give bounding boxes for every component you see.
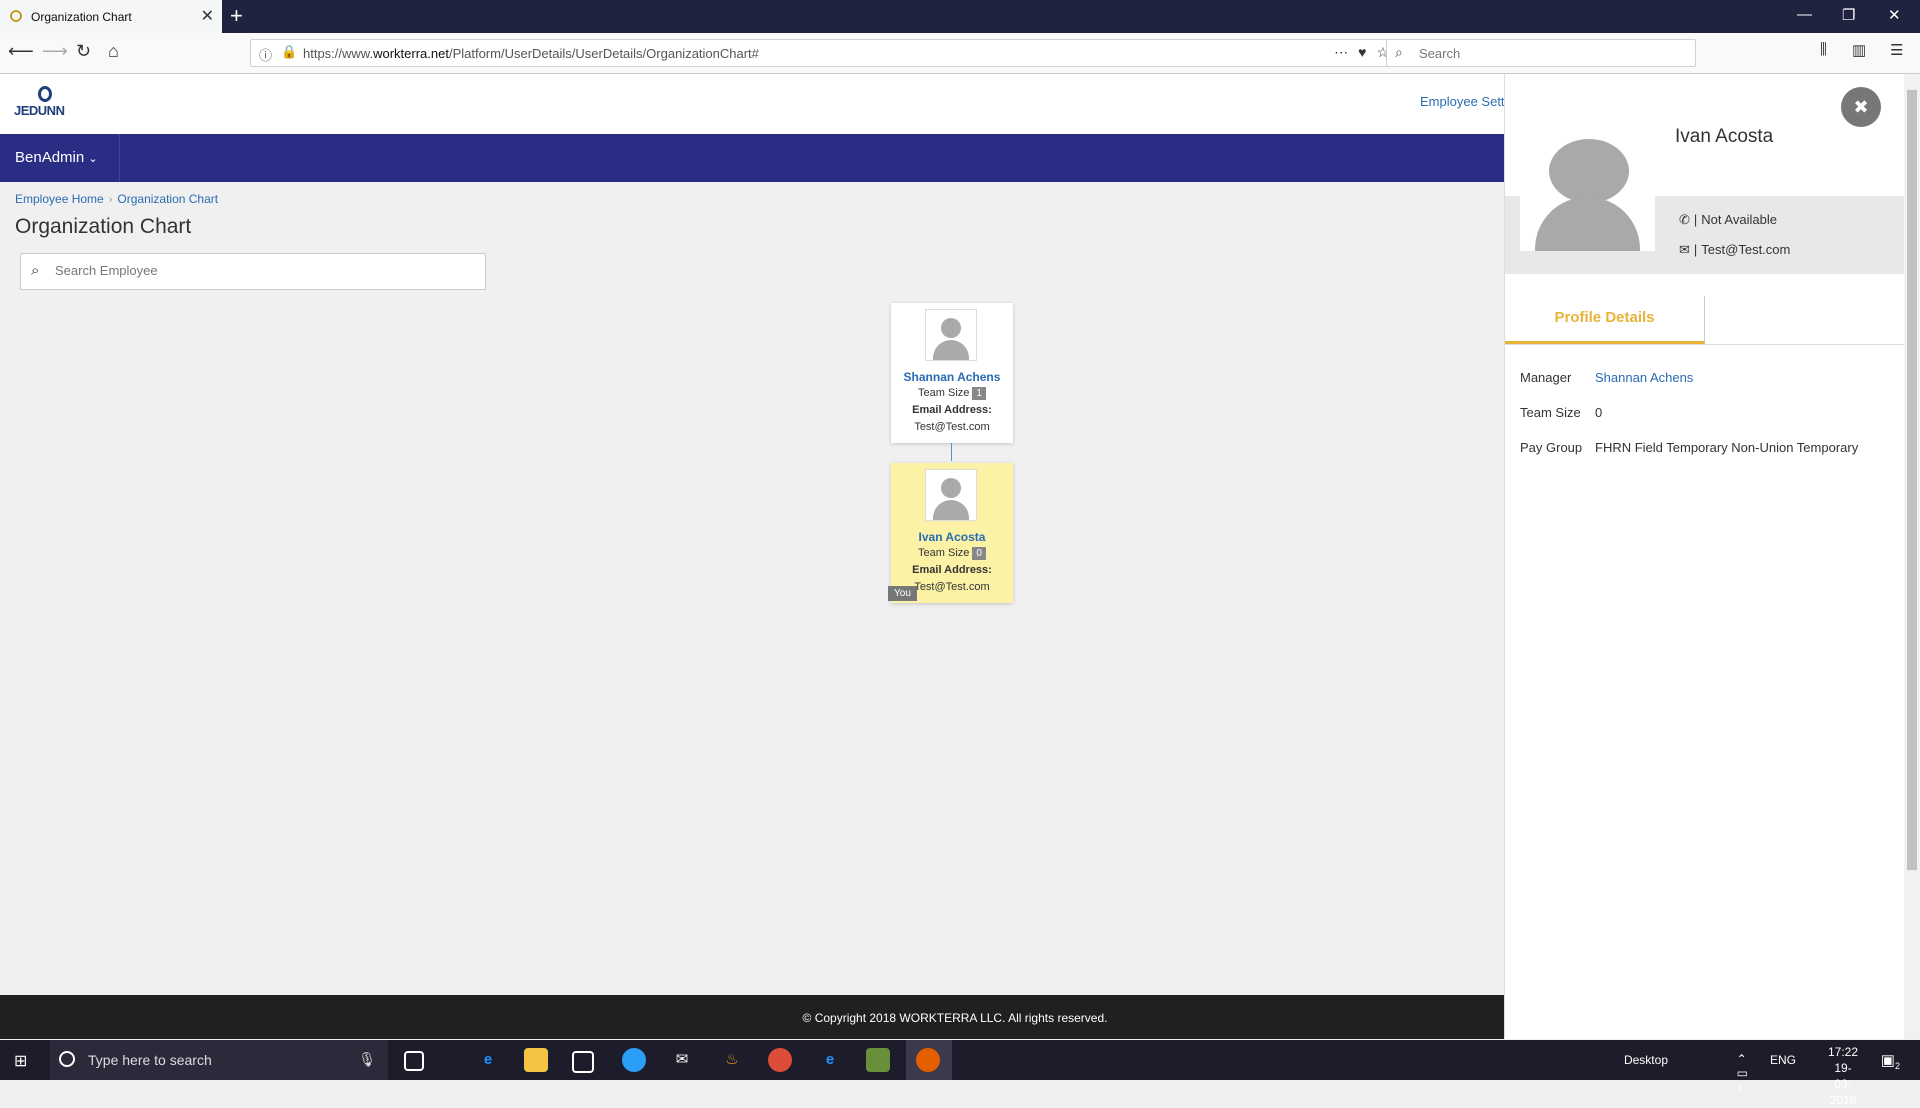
task-view-icon[interactable] [404, 1051, 424, 1071]
os-taskbar: ⊞ Type here to search 🎙 e ✉ ♨ e Desktop … [0, 1040, 1920, 1107]
email-label: Email Address: [912, 564, 992, 576]
tab-underline [1505, 344, 1905, 345]
flame-app-icon[interactable]: ♨ [720, 1048, 744, 1072]
microphone-icon[interactable]: 🎙 [358, 1051, 376, 1068]
envelope-icon: ✉ [1679, 242, 1690, 257]
search-icon: ⌕ [1395, 44, 1403, 60]
favicon-icon [10, 10, 22, 22]
lock-icon: 🔒 [281, 44, 298, 59]
internet-explorer-icon[interactable]: e [818, 1048, 842, 1072]
nav-divider [119, 134, 120, 182]
url-bar[interactable]: ⓘ 🔒 https://www.workterra.net/Platform/U… [250, 39, 1410, 67]
search-icon: ⌕ [31, 262, 40, 279]
email-label: Email Address: [912, 404, 992, 416]
logo-mark-icon [38, 86, 52, 102]
windows-start-icon[interactable]: ⊞ [14, 1051, 27, 1071]
home-icon[interactable]: ⌂ [108, 41, 119, 62]
url-text: https://www.workterra.net/Platform/UserD… [303, 46, 759, 61]
mail-icon[interactable]: ✉ [670, 1048, 694, 1072]
avatar [925, 469, 977, 521]
browser-search-placeholder: Search [1419, 46, 1461, 61]
tab-title: Organization Chart [31, 10, 132, 24]
site-header: JEDUNN Employee Settings [0, 74, 1504, 134]
employee-settings-link[interactable]: Employee Settings [1420, 94, 1504, 109]
close-window-icon[interactable]: ✕ [1888, 6, 1901, 24]
restore-icon[interactable]: ❐ [1842, 6, 1855, 24]
tray-icons[interactable]: ⌃ ▭ ♪ [1737, 1052, 1756, 1094]
email-value: Test@Test.com [914, 421, 990, 433]
new-tab-icon[interactable]: + [230, 3, 243, 29]
browser-search-bar[interactable]: ⌕ Search [1386, 39, 1696, 67]
employee-name[interactable]: Ivan Acosta [891, 530, 1013, 544]
employee-search-box[interactable]: ⌕ [20, 253, 486, 290]
chevron-down-icon: ⌄ [88, 153, 98, 165]
sidebar-icon[interactable]: ▥ [1852, 41, 1866, 59]
employee-search-input[interactable] [53, 262, 457, 279]
browser-tab-bar: Organization Chart ✕ + — ❐ ✕ [0, 0, 1920, 33]
reload-icon[interactable]: ↻ [76, 41, 91, 62]
close-icon: ✖ [1853, 97, 1869, 117]
close-tab-icon[interactable]: ✕ [201, 6, 214, 26]
profile-panel: ✖ Ivan Acosta ✆ | Not Available ✉ | Test@Tes… [1504, 74, 1905, 1039]
breadcrumb-current[interactable]: Organization Chart [117, 192, 218, 206]
breadcrumb-separator-icon: › [108, 194, 113, 206]
file-explorer-icon[interactable] [524, 1048, 548, 1072]
profile-avatar [1520, 133, 1655, 251]
page-scrollbar[interactable] [1904, 74, 1920, 1039]
browser-tab[interactable]: Organization Chart ✕ [0, 0, 222, 33]
avatar [925, 309, 977, 361]
team-size-badge: 0 [972, 547, 986, 560]
language-indicator[interactable]: ENG [1770, 1053, 1796, 1067]
benadmin-menu[interactable]: BenAdmin ⌄ [15, 149, 98, 166]
forward-icon[interactable]: ⟶ [42, 41, 68, 62]
clock[interactable]: 17:22 19-03-2018 [1828, 1044, 1858, 1108]
company-logo[interactable]: JEDUNN [14, 86, 84, 122]
back-icon[interactable]: ⟵ [8, 41, 34, 62]
firefox-icon[interactable] [916, 1048, 940, 1072]
desktop-toolbar-label[interactable]: Desktop [1624, 1053, 1668, 1067]
page-title: Organization Chart [15, 215, 192, 238]
org-card-self[interactable]: Ivan Acosta Team Size 0 Email Address: Te… [891, 463, 1013, 603]
library-icon[interactable]: ⫼ [1820, 41, 1827, 58]
menu-icon[interactable]: ☰ [1890, 41, 1903, 59]
browser-toolbar: ⟵ ⟶ ↻ ⌂ ⓘ 🔒 https://www.workterra.net/Pl… [0, 33, 1920, 74]
taskbar-search-placeholder: Type here to search [88, 1052, 212, 1068]
minimize-icon[interactable]: — [1797, 6, 1812, 23]
scrollbar-thumb[interactable] [1907, 90, 1917, 870]
org-connector-line [951, 443, 952, 461]
team-size: Team Size 1 [891, 387, 1013, 400]
breadcrumb-home[interactable]: Employee Home [15, 192, 104, 206]
taskbar-search[interactable]: Type here to search 🎙 [50, 1040, 388, 1080]
profile-email: ✉ | Test@Test.com [1679, 242, 1791, 257]
notification-icon[interactable]: ▣2 [1881, 1051, 1900, 1071]
search-circle-icon [59, 1051, 75, 1067]
profile-phone: ✆ | Not Available [1679, 212, 1777, 227]
profile-name: Ivan Acosta [1675, 126, 1774, 147]
edge-icon[interactable]: e [476, 1048, 500, 1072]
team-size: Team Size 0 [891, 547, 1013, 560]
org-card-manager[interactable]: Shannan Achens Team Size 1 Email Address:… [891, 303, 1013, 443]
manager-link[interactable]: Shannan Achens [1595, 370, 1693, 385]
store-icon[interactable] [572, 1051, 594, 1073]
chrome-icon[interactable] [768, 1048, 792, 1072]
app-icon[interactable] [622, 1048, 646, 1072]
info-icon[interactable]: ⓘ [259, 45, 272, 64]
breadcrumb: Employee Home › Organization Chart [15, 192, 218, 206]
archive-app-icon[interactable] [866, 1048, 890, 1072]
team-size-badge: 1 [972, 387, 986, 400]
you-badge: You [888, 586, 917, 601]
phone-icon: ✆ [1679, 212, 1690, 227]
close-panel-button[interactable]: ✖ [1841, 87, 1881, 127]
employee-name[interactable]: Shannan Achens [891, 370, 1013, 384]
top-nav: BenAdmin ⌄ [0, 134, 1504, 182]
page-footer: © Copyright 2018 WORKTERRA LLC. All righ… [0, 995, 1504, 1039]
tab-profile-details[interactable]: Profile Details [1505, 296, 1705, 344]
benadmin-label: BenAdmin [15, 149, 85, 166]
logo-text: JEDUNN [14, 103, 65, 118]
